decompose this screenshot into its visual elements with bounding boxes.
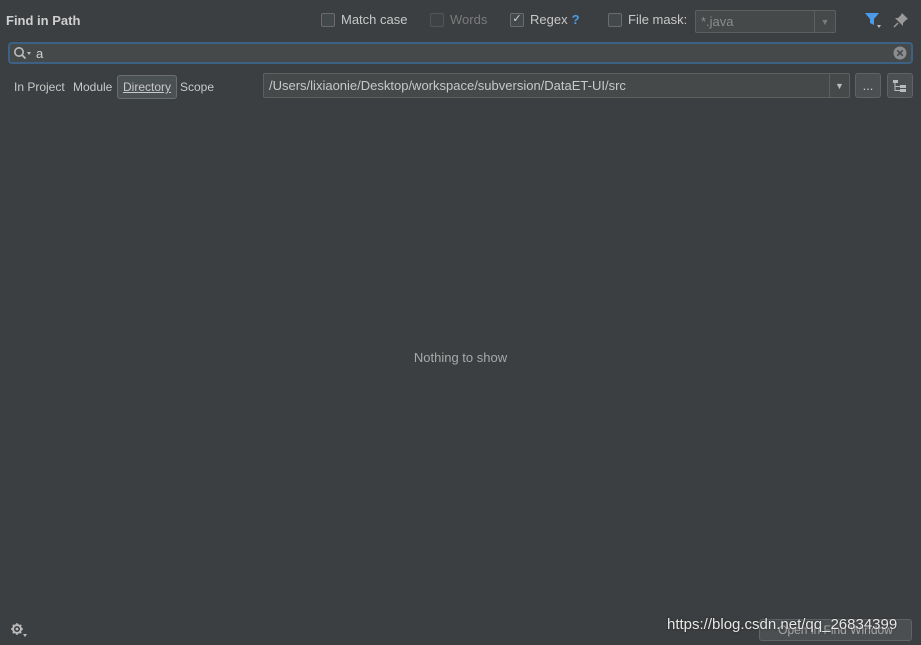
browse-button[interactable]: ... xyxy=(855,73,881,98)
regex-checkbox[interactable]: ✓ Regex ? xyxy=(510,12,580,27)
search-field[interactable] xyxy=(8,42,913,64)
checkbox-box[interactable] xyxy=(430,12,444,27)
file-mask-checkbox[interactable]: File mask: xyxy=(608,12,687,27)
tab-scope-label: Scope xyxy=(180,80,215,94)
regex-label: Regex xyxy=(530,12,568,27)
browse-label: ... xyxy=(862,78,874,93)
tab-in-project[interactable]: In Project xyxy=(14,80,65,94)
file-mask-value: *.java xyxy=(701,14,734,29)
checkbox-box[interactable] xyxy=(608,12,622,27)
checkbox-box[interactable] xyxy=(321,12,335,27)
file-mask-label: File mask: xyxy=(628,12,688,27)
find-in-path-dialog: Find in Path Match case Words ✓ Regex ? … xyxy=(0,0,921,645)
tab-module-label: Module xyxy=(73,80,113,94)
directory-combobox[interactable]: /Users/lixiaonie/Desktop/workspace/subve… xyxy=(263,73,850,98)
clear-icon[interactable] xyxy=(893,46,907,60)
search-icon[interactable] xyxy=(13,46,33,62)
tab-directory-label: Directory xyxy=(123,80,172,94)
chevron-down-icon[interactable]: ▼ xyxy=(829,74,849,97)
gear-icon[interactable] xyxy=(10,622,28,638)
folder-tree-icon xyxy=(893,79,906,92)
dialog-title: Find in Path xyxy=(6,13,81,28)
search-input[interactable] xyxy=(36,45,886,62)
filter-icon[interactable] xyxy=(864,11,882,29)
directory-path: /Users/lixiaonie/Desktop/workspace/subve… xyxy=(269,78,626,93)
empty-state-text: Nothing to show xyxy=(413,350,508,365)
match-case-checkbox[interactable]: Match case xyxy=(321,12,407,27)
words-checkbox[interactable]: Words xyxy=(430,12,487,27)
tab-in-project-label: In Project xyxy=(14,80,65,94)
chevron-down-icon[interactable]: ▼ xyxy=(814,11,835,32)
tab-directory[interactable]: Directory xyxy=(117,75,178,99)
file-mask-combobox[interactable]: *.java ▼ xyxy=(695,10,836,33)
match-case-label: Match case xyxy=(341,12,408,27)
regex-help-link[interactable]: ? xyxy=(572,12,580,27)
checkbox-box-checked[interactable]: ✓ xyxy=(510,12,524,27)
tab-scope[interactable]: Scope xyxy=(180,80,214,94)
recursive-toggle-button[interactable] xyxy=(887,73,913,98)
words-label: Words xyxy=(450,12,488,27)
pin-icon[interactable] xyxy=(893,12,909,28)
results-panel: Nothing to show xyxy=(0,104,921,612)
tab-module[interactable]: Module xyxy=(73,80,112,94)
watermark-text: https://blog.csdn.net/qq_26834399 xyxy=(667,616,898,633)
